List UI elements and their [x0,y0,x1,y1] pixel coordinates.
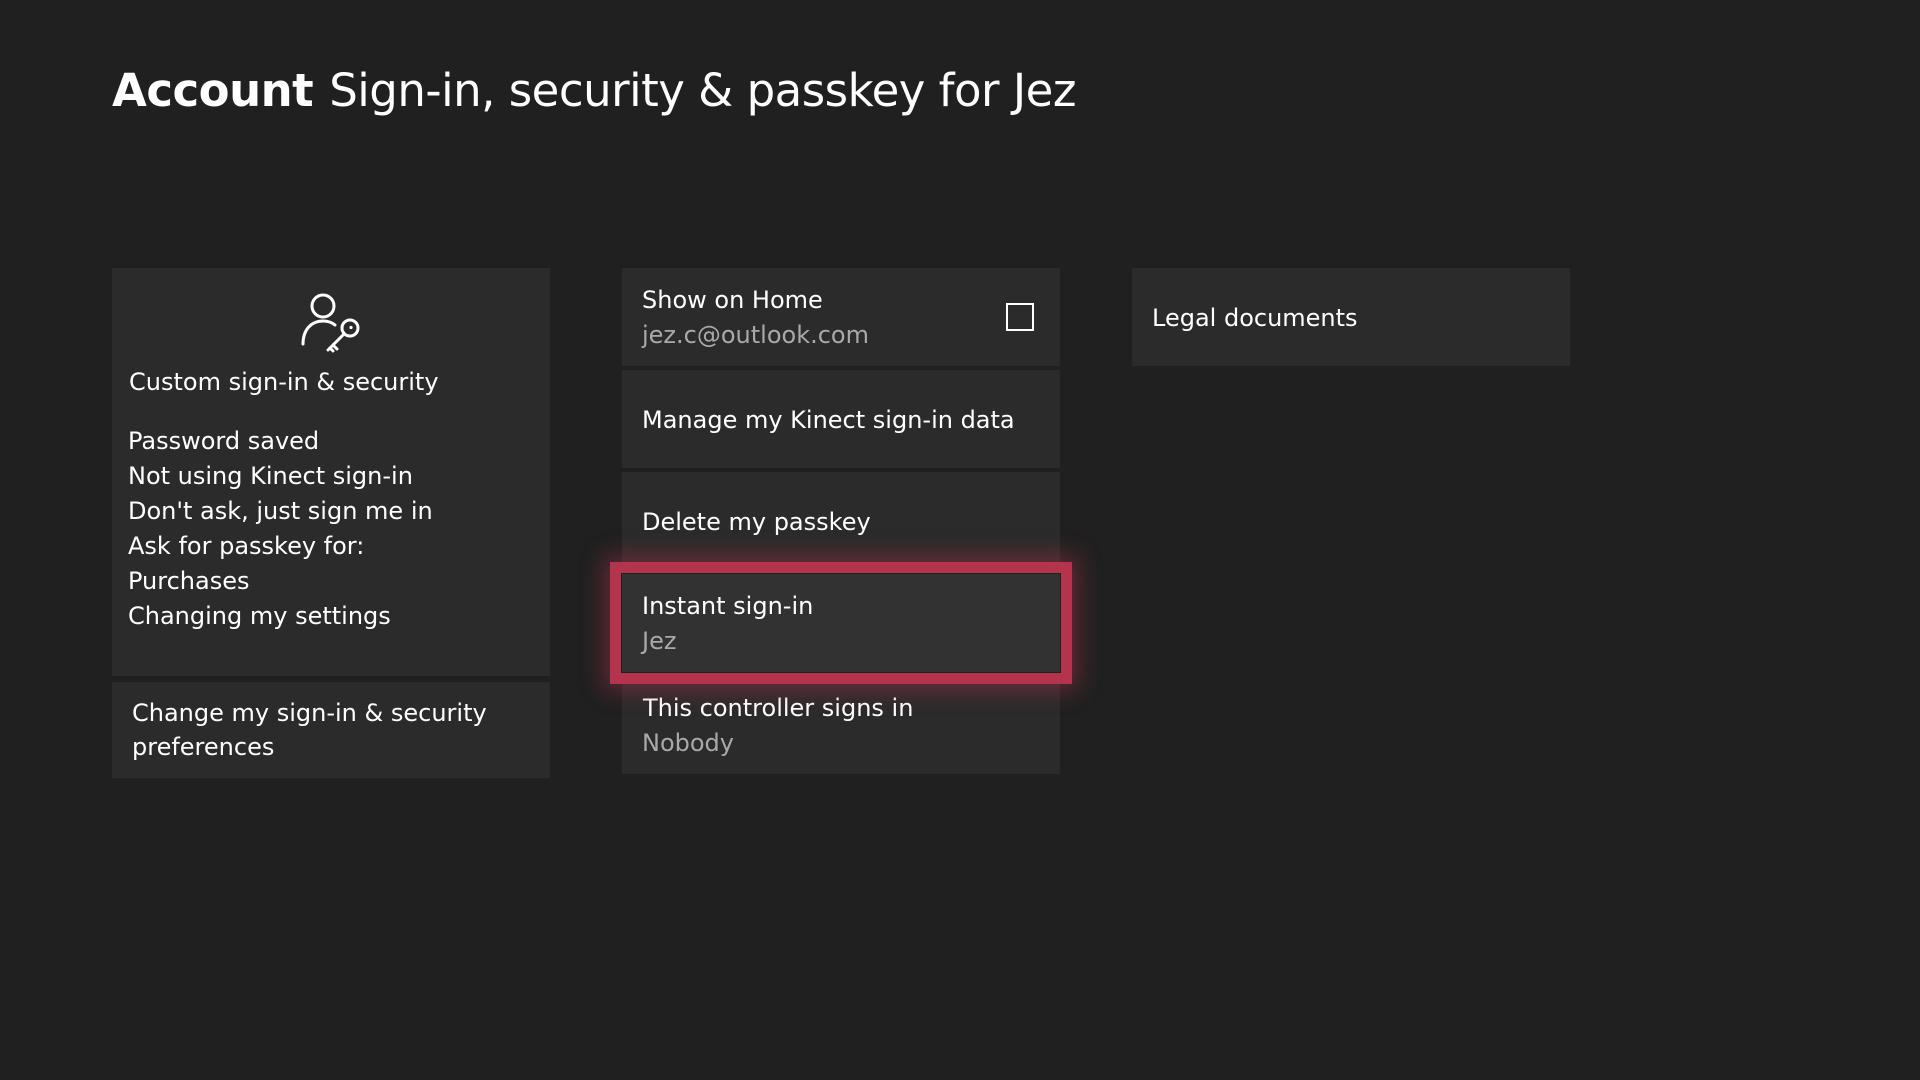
custom-sign-in-security-tile[interactable]: Custom sign-in & security Password saved… [112,268,550,676]
account-email: jez.c@outlook.com [642,321,869,349]
legal-documents-label: Legal documents [1152,304,1358,332]
show-on-home-label: Show on Home [642,286,823,314]
manage-kinect-data-button[interactable]: Manage my Kinect sign-in data [622,370,1060,468]
security-details-list: Password saved Not using Kinect sign-in … [128,424,433,634]
detail-settings: Changing my settings [128,602,391,630]
change-preferences-label: Change my sign-in & security preferences [132,699,487,761]
detail-sign-in-mode: Don't ask, just sign me in [128,497,433,525]
delete-passkey-button[interactable]: Delete my passkey [622,472,1060,570]
instant-sign-in-label: Instant sign-in [642,592,814,620]
detail-purchases: Purchases [128,567,250,595]
page-subtitle: Sign-in, security & passkey for Jez [329,64,1076,117]
detail-passkey-header: Ask for passkey for: [128,532,365,560]
show-on-home-toggle[interactable]: Show on Home jez.c@outlook.com [622,268,1060,366]
custom-security-title: Custom sign-in & security [129,368,439,396]
legal-documents-button[interactable]: Legal documents [1132,268,1570,366]
instant-sign-in-button[interactable]: Instant sign-in Jez [622,574,1060,672]
show-on-home-checkbox[interactable] [1006,303,1034,331]
page-title: Account Sign-in, security & passkey for J… [112,64,1076,117]
delete-passkey-label: Delete my passkey [642,508,871,536]
detail-kinect: Not using Kinect sign-in [128,462,413,490]
detail-password: Password saved [128,427,320,455]
controller-sign-in-button[interactable]: This controller signs in Nobody [622,676,1060,774]
controller-sign-in-label: This controller signs in [643,694,914,722]
change-preferences-button[interactable]: Change my sign-in & security preferences [112,682,550,778]
section-title: Account [112,64,314,117]
user-key-icon [297,290,365,358]
instant-sign-in-value: Jez [642,627,677,655]
controller-sign-in-value: Nobody [642,729,734,757]
manage-kinect-label: Manage my Kinect sign-in data [642,406,1015,434]
account-security-page: Account Sign-in, security & passkey for J… [0,0,1920,1080]
